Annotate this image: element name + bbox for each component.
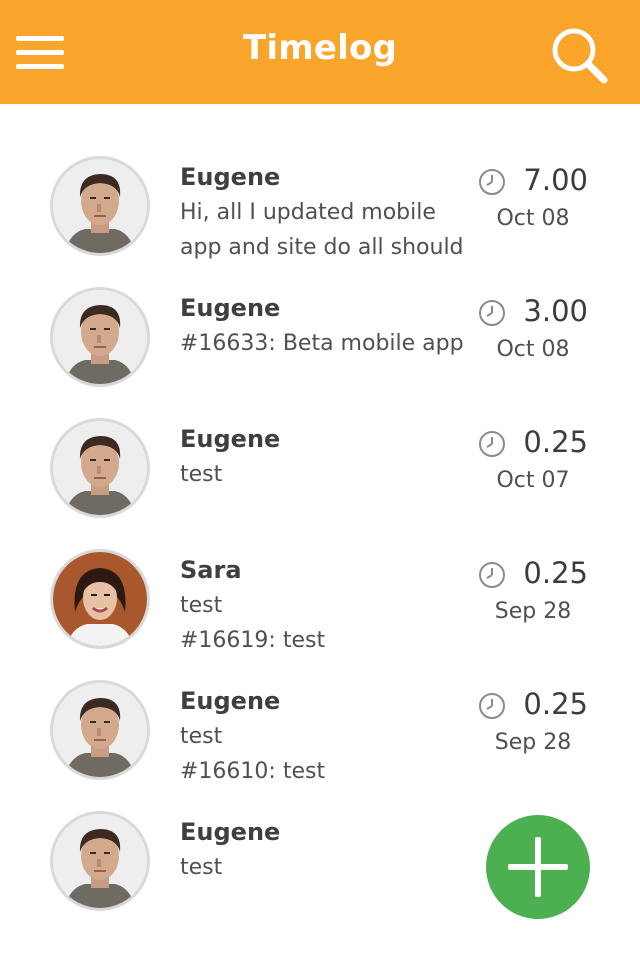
entry-author: Eugene: [180, 425, 281, 453]
entry-date: Sep 28: [494, 599, 572, 624]
entry-hours: 0.25: [478, 687, 588, 727]
entry-hours: 0.25: [478, 425, 588, 465]
entry-author: Eugene: [180, 687, 281, 715]
timelog-entry[interactable]: Sara test #16619: test 0.25 Sep 28: [0, 497, 640, 653]
clock-icon: [478, 692, 506, 720]
avatar: [50, 811, 150, 911]
entry-hours-value: 0.25: [523, 425, 588, 459]
entry-author: Eugene: [180, 818, 281, 846]
clock-icon: [478, 168, 506, 196]
timelog-screen: Timelog Eugene Hi, all I updated mobile ap…: [0, 0, 640, 960]
search-icon: [552, 28, 608, 84]
entry-hours: 3.00: [478, 294, 588, 334]
entry-hours-value: 3.00: [523, 294, 588, 328]
entry-date: Sep 28: [494, 730, 572, 755]
clock-icon: [478, 561, 506, 589]
entry-description-line: test: [180, 462, 223, 487]
entry-date: Oct 07: [496, 468, 570, 493]
entry-description-line: #16633: Beta mobile app: [180, 331, 464, 356]
add-entry-button[interactable]: [486, 815, 590, 919]
timelog-entry[interactable]: Eugene test #16610: test 0.25 Sep 28: [0, 628, 640, 784]
entry-hours-value: 0.25: [523, 556, 588, 590]
entry-hours: 0.25: [478, 556, 588, 596]
entry-description-line: test: [180, 593, 223, 618]
clock-icon: [478, 299, 506, 327]
timelog-entry[interactable]: Eugene #16633: Beta mobile app 3.00 Oct 08: [0, 235, 640, 387]
entry-author: Eugene: [180, 163, 281, 191]
entry-description-line: test: [180, 724, 223, 749]
timelog-entry[interactable]: Eugene test 0.25 Oct 07: [0, 366, 640, 518]
entry-date: Oct 08: [496, 337, 570, 362]
entry-date: Oct 08: [496, 206, 570, 231]
timelog-entry[interactable]: Eugene Hi, all I updated mobile app and si…: [0, 104, 640, 260]
search-button[interactable]: [544, 22, 614, 86]
entry-description-line: Hi, all I updated mobile: [180, 200, 436, 225]
app-header: Timelog: [0, 0, 640, 104]
entry-author: Sara: [180, 556, 242, 584]
entry-description-line: test: [180, 855, 223, 880]
clock-icon: [478, 430, 506, 458]
entry-hours-value: 7.00: [523, 163, 588, 197]
entry-author: Eugene: [180, 294, 281, 322]
entry-hours: 7.00: [478, 163, 588, 203]
entry-hours-value: 0.25: [523, 687, 588, 721]
